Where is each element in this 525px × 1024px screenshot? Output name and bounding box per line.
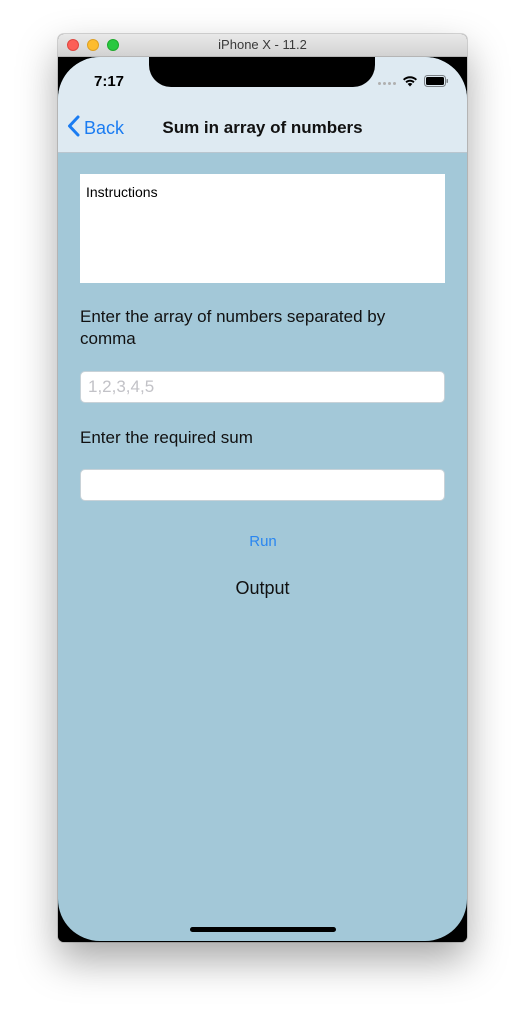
navigation-bar: 7:17 Back Sum in array of numbers [58,57,467,153]
status-time: 7:17 [94,73,125,90]
array-input-field[interactable] [80,371,445,403]
home-indicator[interactable] [190,927,336,932]
status-icons [378,74,449,92]
run-button[interactable]: Run [218,530,308,552]
page-title: Sum in array of numbers [162,118,363,137]
chevron-left-icon [67,115,80,142]
device-frame: 7:17 Back Sum in array of numbers Instru… [58,57,467,942]
instructions-text-view[interactable]: Instructions [80,174,445,283]
cellular-signal-icon [378,81,396,85]
simulator-window: iPhone X - 11.2 7:17 Back Sum in array o… [58,34,467,942]
battery-icon [424,74,449,92]
array-input-label: Enter the array of numbers separated by … [80,307,386,348]
back-button[interactable]: Back [67,115,124,142]
sum-input-label: Enter the required sum [80,428,253,447]
output-label: Output [235,578,290,598]
window-title: iPhone X - 11.2 [218,37,307,52]
window-titlebar: iPhone X - 11.2 [58,34,467,57]
device-notch [149,57,375,87]
app-screen: 7:17 Back Sum in array of numbers Instru… [58,57,467,941]
wifi-icon [402,74,418,92]
sum-input-field[interactable] [80,469,445,501]
